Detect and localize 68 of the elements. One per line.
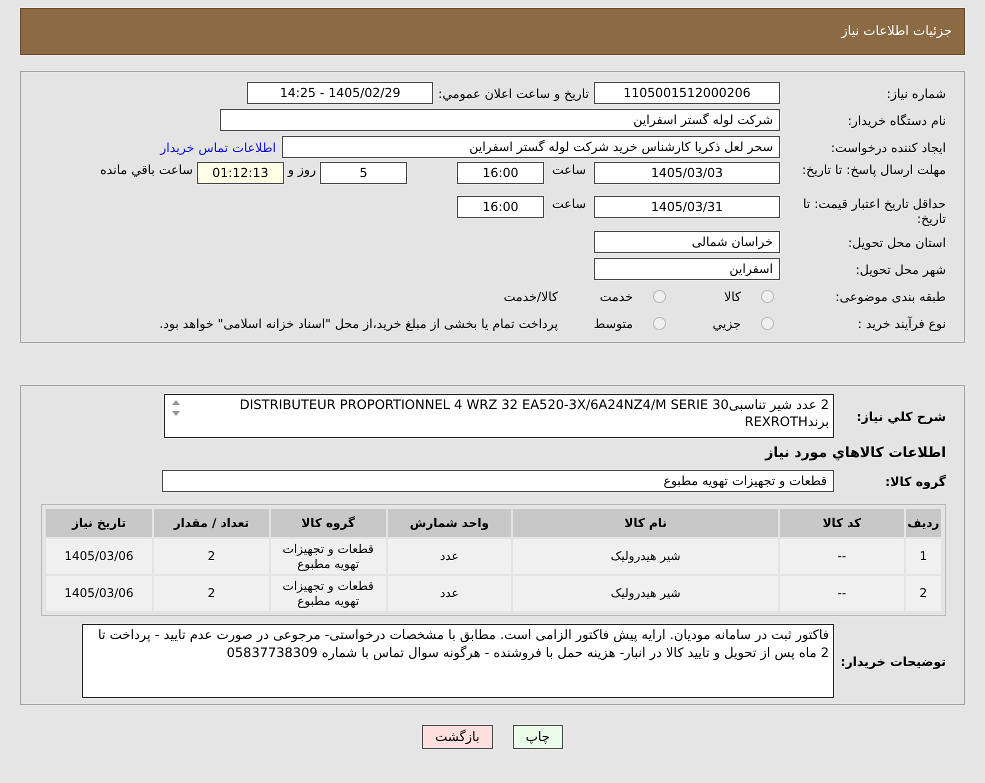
page-title: جزئیات اطلاعات نیاز: [841, 24, 952, 39]
radio-button[interactable]: [653, 290, 666, 302]
table-cell: 2: [154, 576, 269, 611]
time-field: 16:00: [457, 196, 544, 218]
field-label: حداقل تاریخ اعتبار قیمت: تا تاریخ:: [802, 196, 946, 226]
date-field: 1405/03/31: [594, 196, 780, 218]
table-cell: عدد: [388, 539, 512, 574]
action-button[interactable]: چاپ: [512, 725, 563, 749]
radio-label: کالا: [724, 288, 741, 304]
days-field: 5: [320, 162, 407, 184]
column-header: تعداد / مقدار: [154, 509, 269, 537]
field-label: گروه کالا:: [884, 474, 946, 488]
buyer-contact-link[interactable]: اطلاعات تماس خریدار: [160, 140, 276, 154]
column-header: ردیف: [906, 509, 941, 537]
field-label: استان محل تحویل:: [846, 234, 946, 250]
table-cell: قطعات و تجهیزات تهویه مطبوع: [270, 539, 386, 574]
radio-button[interactable]: [653, 316, 666, 330]
city-field: اسفراین: [594, 258, 780, 280]
field-label: شهر محل تحویل:: [854, 262, 946, 276]
time-field: 16:00: [457, 162, 544, 184]
table-cell: قطعات و تجهیزات تهویه مطبوع: [270, 576, 386, 611]
announce-date-field: 1405/02/29 - 14:25: [247, 82, 434, 104]
remaining-time-field: 01:12:13: [196, 162, 284, 184]
field-label: مهلت ارسال پاسخ: تا تاریخ:: [800, 162, 946, 177]
column-header: کد کالا: [780, 509, 904, 537]
field-label: توضیحات خریدار:: [839, 654, 946, 668]
radio-label: پرداخت تمام یا بخشی از مبلغ خرید،از محل "اسناد خزانه اسلامی" خواهد بود.: [159, 316, 558, 330]
table-cell: عدد: [388, 576, 512, 611]
radio-button[interactable]: [761, 290, 774, 302]
remaining-label: ساعت باقي مانده: [100, 162, 193, 177]
radio-label: خدمت: [600, 288, 633, 304]
radio-label: متوسط: [594, 316, 633, 330]
table-cell: 2: [906, 576, 941, 611]
table-cell: شیر هیدرولیک: [513, 539, 778, 574]
buyer-notes-textarea[interactable]: فاکتور ثبت در سامانه مودیان. ارایه پیش فاکتور الزامی است. مطابق با مشخصات درخواستی- مرجوعی در صورت عدم تایید - پرداخت تا 2 ماه پس از تحویل و تایید کالا در انبار- هزینه حمل با فروشنده - هرگونه سوال تماس با شماره 05837738309: [82, 624, 834, 698]
table-cell: 2: [154, 539, 269, 574]
column-header: واحد شمارش: [388, 509, 512, 537]
field-label: ایجاد کننده درخواست:: [830, 140, 946, 154]
field-label: شرح کلي نیاز:: [856, 408, 946, 424]
table-cell: 1405/03/06: [46, 576, 152, 611]
date-field: 1405/03/03: [594, 162, 780, 184]
radio-label: کالا/خدمت: [504, 288, 558, 304]
need-number-field: 1105001512000206: [594, 82, 780, 104]
buyer-org-field: شرکت لوله گستر اسفراین: [220, 109, 780, 131]
days-label: روز و: [288, 162, 316, 177]
time-label: ساعت: [550, 162, 587, 177]
table-cell: --: [780, 576, 904, 611]
field-label: طبقه بندی موضوعی:: [834, 288, 946, 304]
field-label: تاریخ و ساعت اعلان عمومي:: [438, 86, 589, 100]
table-cell: --: [780, 539, 904, 574]
field-label: شماره نیاز:: [886, 86, 946, 100]
description-textarea[interactable]: 2 عدد شیر تناسبیDISTRIBUTEUR PROPORTIONNEL 4 WRZ 32 EA520-3X/6A24NZ4/M SERIE 30 برندREXROTH: [164, 394, 834, 438]
column-header: تاریخ نیاز: [46, 509, 152, 537]
radio-button[interactable]: [761, 316, 774, 330]
action-button[interactable]: بازگشت: [422, 725, 493, 749]
field-label: نام دستگاه خریدار:: [846, 112, 946, 128]
time-label: ساعت: [550, 196, 587, 211]
table-cell: 1405/03/06: [46, 539, 152, 574]
column-header: نام کالا: [513, 509, 778, 537]
section-heading: اطلاعات کالاهاي مورد نیاز: [765, 444, 946, 463]
requester-field: سحر لعل ذکریا کارشناس خرید شرکت لوله گستر اسفراین: [282, 136, 780, 158]
goods-group-field: قطعات و تجهیزات تهویه مطبوع: [162, 470, 834, 492]
table-cell: شیر هیدرولیک: [513, 576, 778, 611]
column-header: گروه کالا: [270, 509, 386, 537]
field-label: نوع فرآیند خرید :: [856, 316, 946, 330]
table-cell: 1: [906, 539, 941, 574]
radio-label: جزیي: [712, 316, 741, 330]
province-field: خراسان شمالی: [594, 231, 780, 253]
